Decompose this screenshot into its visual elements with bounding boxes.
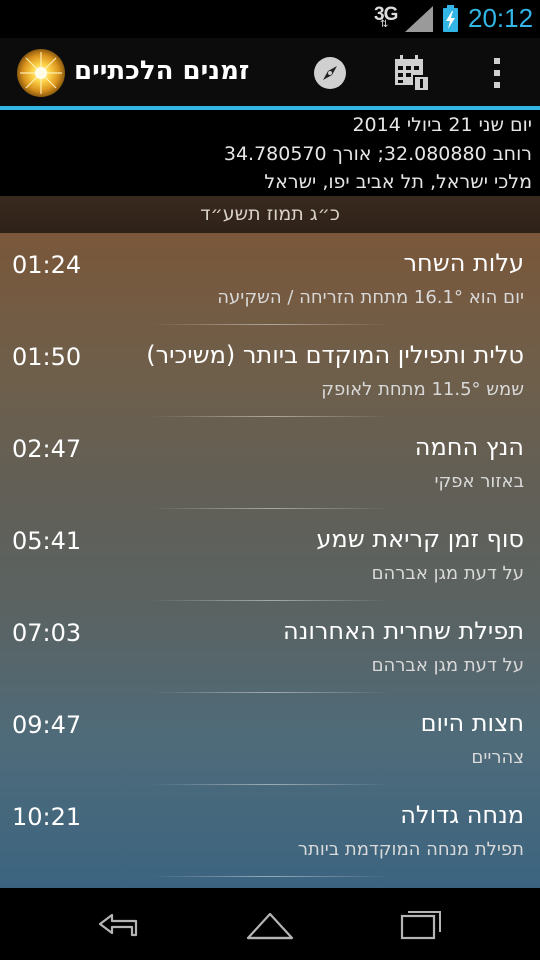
zman-time: 10:21 <box>12 803 82 831</box>
action-bar: זמנים הלכתיים <box>0 38 540 106</box>
overflow-menu-icon <box>494 58 500 88</box>
list-item[interactable]: 02:47 הנץ החמה באזור אפקי <box>0 417 540 509</box>
calendar-icon <box>395 55 430 92</box>
back-icon <box>98 913 138 937</box>
calendar-button[interactable] <box>389 50 435 96</box>
list-item[interactable]: 07:03 תפילת שחרית האחרונה על דעת מגן אבר… <box>0 601 540 693</box>
compass-button[interactable] <box>307 50 353 96</box>
signal-icon <box>405 6 433 32</box>
list-item[interactable]: 01:24 עלות השחר יום הוא 16.1° מתחת הזריח… <box>0 233 540 325</box>
clock: 20:12 <box>468 3 534 33</box>
zman-description: על דעת מגן אברהם <box>371 563 524 584</box>
zman-name: תפילת שחרית האחרונה <box>283 617 524 645</box>
zman-name: הנץ החמה <box>414 433 524 461</box>
recent-apps-icon <box>400 911 441 940</box>
zman-description: על דעת מגן אברהם <box>371 655 524 676</box>
zman-name: מנחה גדולה <box>400 801 524 829</box>
recent-apps-button[interactable] <box>390 902 450 946</box>
home-icon <box>246 912 294 940</box>
back-button[interactable] <box>90 902 150 946</box>
coordinates: רוחב 32.080880; אורך 34.780570 <box>223 143 532 165</box>
zman-time: 07:03 <box>12 619 82 647</box>
list-item[interactable]: 09:47 חצות היום צהריים <box>0 693 540 785</box>
list-item[interactable]: 10:21 מנחה גדולה תפילת מנחה המוקדמת ביות… <box>0 785 540 877</box>
zman-time: 09:47 <box>12 711 82 739</box>
home-button[interactable] <box>240 902 300 946</box>
zman-description: תפילת מנחה המוקדמת ביותר <box>297 839 524 860</box>
zman-name: חצות היום <box>420 709 524 737</box>
zman-description: צהריים <box>471 747 524 768</box>
data-activity-icon: ⇅ <box>380 19 389 30</box>
app-title: זמנים הלכתיים <box>74 56 250 86</box>
overflow-menu-button[interactable] <box>474 50 520 96</box>
divider <box>150 876 390 877</box>
navigation-bar <box>0 888 540 960</box>
zman-name: טלית ותפילין המוקדם ביותר (משיכיר) <box>146 341 524 369</box>
address: מלכי ישראל, תל אביב יפו, ישראל <box>264 171 532 193</box>
zman-name: סוף זמן קריאת שמע <box>316 525 524 553</box>
list-item[interactable]: 01:50 טלית ותפילין המוקדם ביותר (משיכיר)… <box>0 325 540 417</box>
zman-description: יום הוא 16.1° מתחת הזריחה / השקיעה <box>217 287 524 308</box>
zman-time: 05:41 <box>12 527 82 555</box>
zman-name: עלות השחר <box>403 249 524 277</box>
compass-icon <box>314 57 346 89</box>
zmanim-list[interactable]: 01:24 עלות השחר יום הוא 16.1° מתחת הזריח… <box>0 233 540 888</box>
zman-time: 01:50 <box>12 343 82 371</box>
hebrew-date: כ״ג תמוז תשע״ד <box>0 196 540 233</box>
battery-charging-icon <box>443 5 458 32</box>
zman-time: 02:47 <box>12 435 82 463</box>
zman-description: באזור אפקי <box>434 471 524 492</box>
status-bar: 3G ⇅ 20:12 <box>0 0 540 38</box>
list-item[interactable]: 05:41 סוף זמן קריאת שמע על דעת מגן אברהם <box>0 509 540 601</box>
zman-time: 01:24 <box>12 251 82 279</box>
gregorian-date: יום שני 21 ביולי 2014 <box>352 114 532 136</box>
zman-description: שמש 11.5° מתחת לאופק <box>321 379 524 400</box>
sun-logo-icon[interactable] <box>16 48 66 98</box>
location-info[interactable]: יום שני 21 ביולי 2014 רוחב 32.080880; או… <box>0 110 540 196</box>
